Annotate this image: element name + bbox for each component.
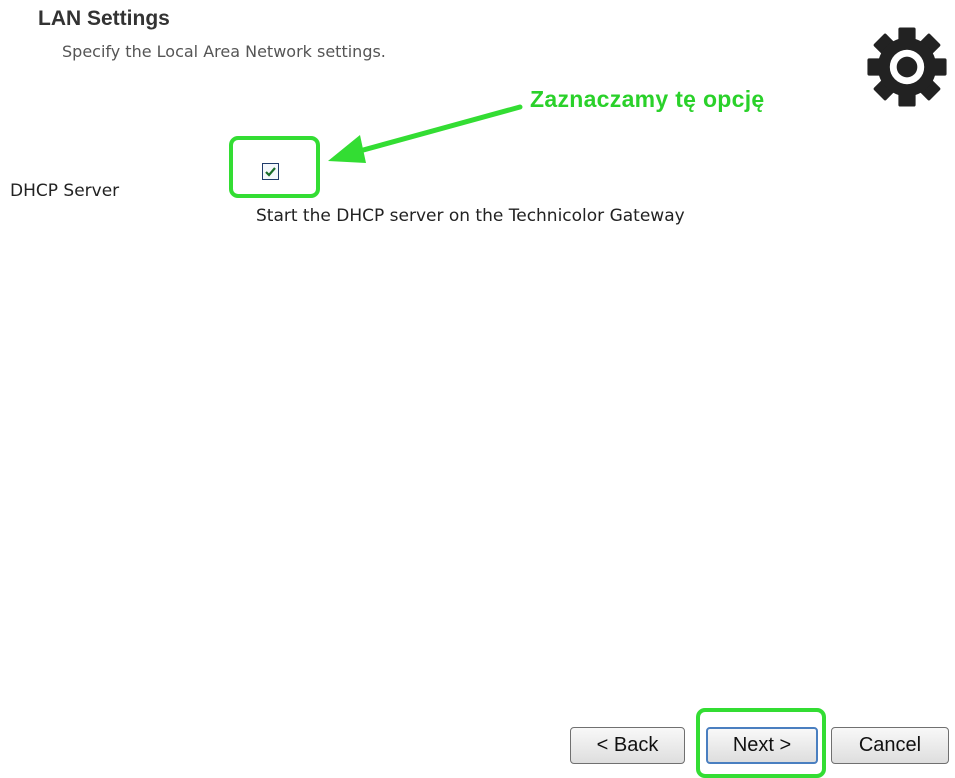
page-subtitle: Specify the Local Area Network settings.	[62, 42, 386, 61]
cancel-button[interactable]: Cancel	[831, 727, 949, 764]
next-button[interactable]: Next >	[706, 727, 818, 764]
annotation-arrow-icon	[328, 104, 523, 163]
page-title: LAN Settings	[38, 7, 170, 30]
checkmark-icon	[265, 167, 276, 177]
dhcp-server-description: Start the DHCP server on the Technicolor…	[256, 206, 685, 226]
dhcp-server-label: DHCP Server	[10, 181, 120, 201]
dhcp-server-checkbox[interactable]	[262, 163, 279, 180]
back-button[interactable]: < Back	[570, 727, 685, 764]
annotation-text: Zaznaczamy tę opcję	[530, 86, 765, 112]
gear-icon	[864, 24, 950, 110]
